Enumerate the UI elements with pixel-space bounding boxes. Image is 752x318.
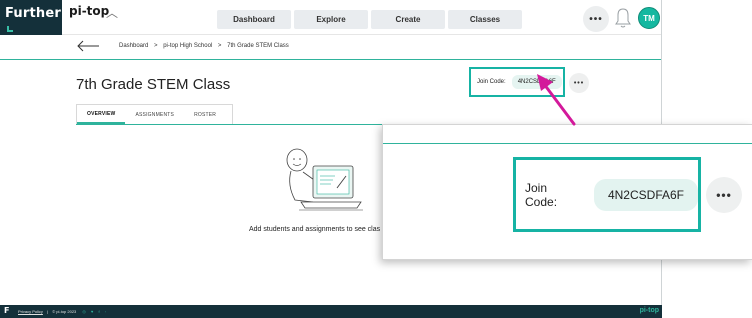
tab-roster[interactable]: ROSTER xyxy=(184,105,226,124)
footer-brand-logo: F xyxy=(4,306,10,315)
footer: F Privacy Policy | © pi-top 2023 ◎ ♥ f ◦… xyxy=(0,305,662,318)
page: Further pi-top ︿ Dashboard Explore Creat… xyxy=(0,0,752,318)
header-divider xyxy=(0,59,661,60)
more-options-button[interactable]: ••• xyxy=(583,6,609,32)
join-code-pill[interactable]: 4N2CSDFA6F xyxy=(511,75,562,89)
zoom-divider xyxy=(383,143,752,144)
zoom-join-code-highlight: Join Code: 4N2CSDFA6F xyxy=(513,157,701,232)
copyright-text: © pi-top 2023 xyxy=(52,309,77,314)
tab-assignments[interactable]: ASSIGNMENTS xyxy=(125,105,184,124)
nav-explore-button[interactable]: Explore xyxy=(294,10,368,29)
zoom-join-code-pill[interactable]: 4N2CSDFA6F xyxy=(593,178,698,211)
zoom-join-code-label: Join Code: xyxy=(525,180,558,209)
pi-top-logo[interactable]: pi-top xyxy=(69,4,109,18)
footer-pi-top-logo: pi-top xyxy=(639,307,659,314)
brand-name: Further xyxy=(5,6,61,21)
bell-icon[interactable] xyxy=(614,6,632,30)
zoom-callout: Join Code: 4N2CSDFA6F ••• xyxy=(382,124,752,260)
back-arrow-icon[interactable] xyxy=(76,39,100,53)
chevron-up-icon[interactable]: ︿ xyxy=(106,4,118,21)
breadcrumb-class: 7th Grade STEM Class xyxy=(227,43,289,49)
social-icons[interactable]: ◎ ♥ f ◦ xyxy=(82,309,108,314)
join-code-label: Join Code: xyxy=(477,79,506,85)
breadcrumb-separator: > xyxy=(217,43,222,49)
breadcrumb: Dashboard > pi-top High School > 7th Gra… xyxy=(119,43,289,49)
student-laptop-illustration xyxy=(286,148,363,211)
breadcrumb-separator: > xyxy=(154,43,158,49)
page-title: 7th Grade STEM Class xyxy=(76,76,231,93)
zoom-more-button[interactable]: ••• xyxy=(706,177,742,213)
brand-mark-icon xyxy=(7,26,13,32)
class-more-button[interactable]: ••• xyxy=(569,73,589,93)
breadcrumb-school[interactable]: pi-top High School xyxy=(163,43,212,49)
join-code-highlight: Join Code: 4N2CSDFA6F xyxy=(469,67,565,97)
tab-overview[interactable]: OVERVIEW xyxy=(77,105,126,124)
nav-create-button[interactable]: Create xyxy=(371,10,445,29)
nav-dashboard-button[interactable]: Dashboard xyxy=(217,10,291,29)
empty-state-message: Add students and assignments to see clas xyxy=(249,226,381,233)
class-tabs: OVERVIEW ASSIGNMENTS ROSTER xyxy=(76,104,233,124)
breadcrumb-dashboard[interactable]: Dashboard xyxy=(119,43,148,49)
top-navigation-bar: pi-top ︿ Dashboard Explore Create Classe… xyxy=(62,0,661,35)
nav-classes-button[interactable]: Classes xyxy=(448,10,522,29)
privacy-policy-link[interactable]: Privacy Policy xyxy=(18,309,43,314)
footer-separator: | xyxy=(47,309,49,314)
tabs-underline xyxy=(76,124,382,125)
further-brand-logo[interactable]: Further xyxy=(0,0,62,35)
footer-links: Privacy Policy | © pi-top 2023 ◎ ♥ f ◦ xyxy=(18,309,108,314)
user-avatar[interactable]: TM xyxy=(638,7,660,29)
